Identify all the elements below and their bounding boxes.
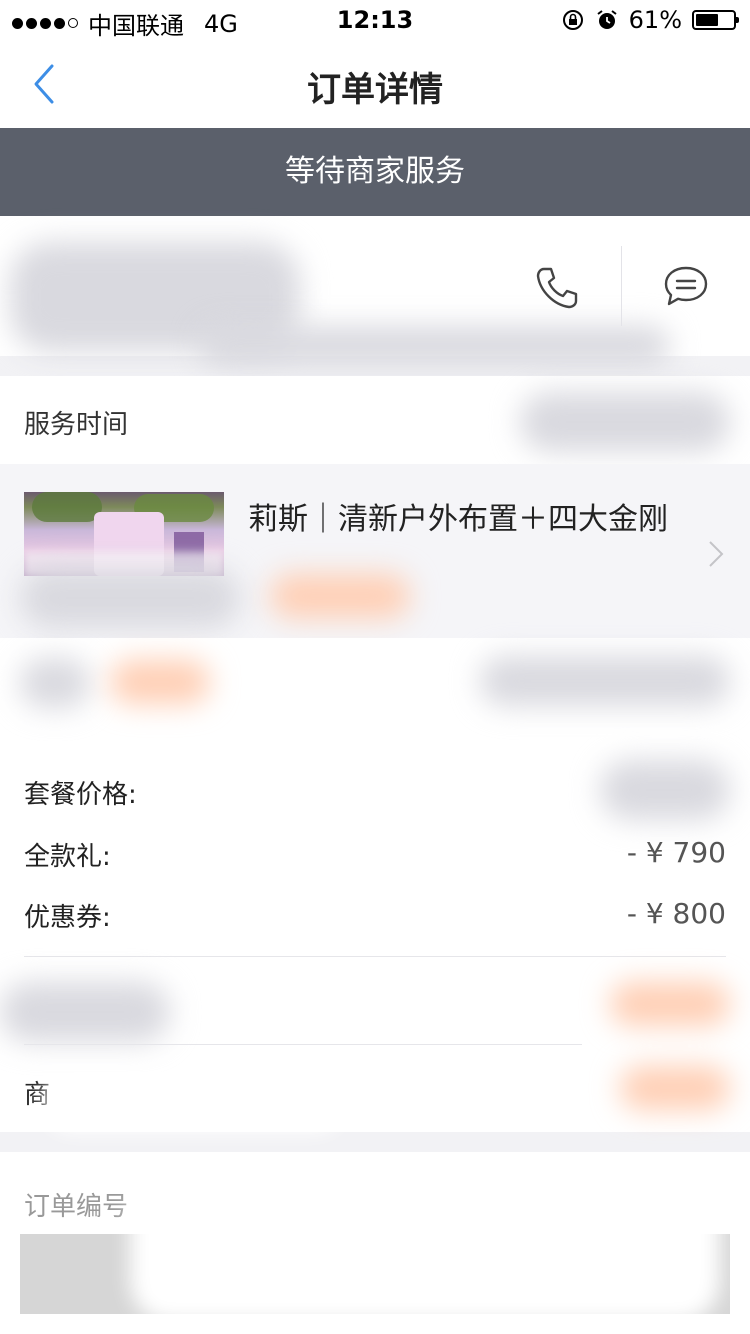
- product-thumbnail: [24, 492, 224, 576]
- full-payment-value: - ¥ 790: [626, 836, 726, 869]
- redacted-area: [480, 656, 730, 706]
- coupon-value: - ¥ 800: [626, 897, 726, 930]
- product-card[interactable]: 莉斯｜清新户外布置＋四大金刚: [0, 464, 750, 638]
- order-status-banner: 等待商家服务: [0, 128, 750, 216]
- coupon-label: 优惠券:: [24, 903, 111, 933]
- service-time-row: 服务时间: [0, 376, 750, 464]
- product-title: 莉斯｜清新户外布置＋四大金刚: [248, 502, 668, 537]
- redacted-area: [20, 568, 240, 628]
- redacted-row: [0, 638, 750, 746]
- order-number-label: 订单编号: [24, 1192, 129, 1222]
- rotation-lock-icon: [562, 10, 583, 30]
- redacted-area: [620, 1066, 730, 1110]
- redacted-area: [610, 982, 730, 1026]
- status-right: 61%: [561, 6, 739, 34]
- redacted-area: [520, 392, 730, 452]
- pricing-section: 套餐价格: 全款礼: - ¥ 790 优惠券: - ¥ 800 商: [0, 746, 750, 1132]
- redacted-area: [20, 658, 90, 708]
- divider: [24, 1044, 582, 1045]
- message-icon[interactable]: [662, 264, 710, 310]
- package-price-label: 套餐价格:: [24, 780, 137, 810]
- redacted-area: [130, 1182, 720, 1322]
- redacted-area: [0, 982, 170, 1042]
- redacted-area: [110, 660, 210, 704]
- divider: [24, 956, 726, 957]
- divider: [621, 246, 622, 326]
- coupon-row: 优惠券: - ¥ 800: [24, 897, 726, 937]
- order-info-section: 订单编号: [0, 1152, 750, 1334]
- full-payment-row: 全款礼: - ¥ 790: [24, 836, 726, 876]
- navigation-bar: 订单详情: [0, 40, 750, 128]
- redacted-area: [270, 574, 410, 618]
- redacted-area: [44, 1072, 344, 1132]
- battery-percent: 61%: [628, 6, 682, 34]
- full-payment-label: 全款礼:: [24, 842, 111, 872]
- chevron-right-icon: [709, 541, 724, 567]
- redacted-area: [200, 326, 670, 366]
- battery-icon: [692, 10, 739, 30]
- merchant-contact-section: [0, 216, 750, 366]
- status-bar: 中国联通 4G 12:13 61%: [0, 0, 750, 40]
- page-title: 订单详情: [307, 70, 443, 110]
- redacted-area: [600, 760, 730, 820]
- alarm-icon: [597, 10, 617, 29]
- phone-icon[interactable]: [534, 265, 580, 311]
- service-time-label: 服务时间: [24, 410, 129, 440]
